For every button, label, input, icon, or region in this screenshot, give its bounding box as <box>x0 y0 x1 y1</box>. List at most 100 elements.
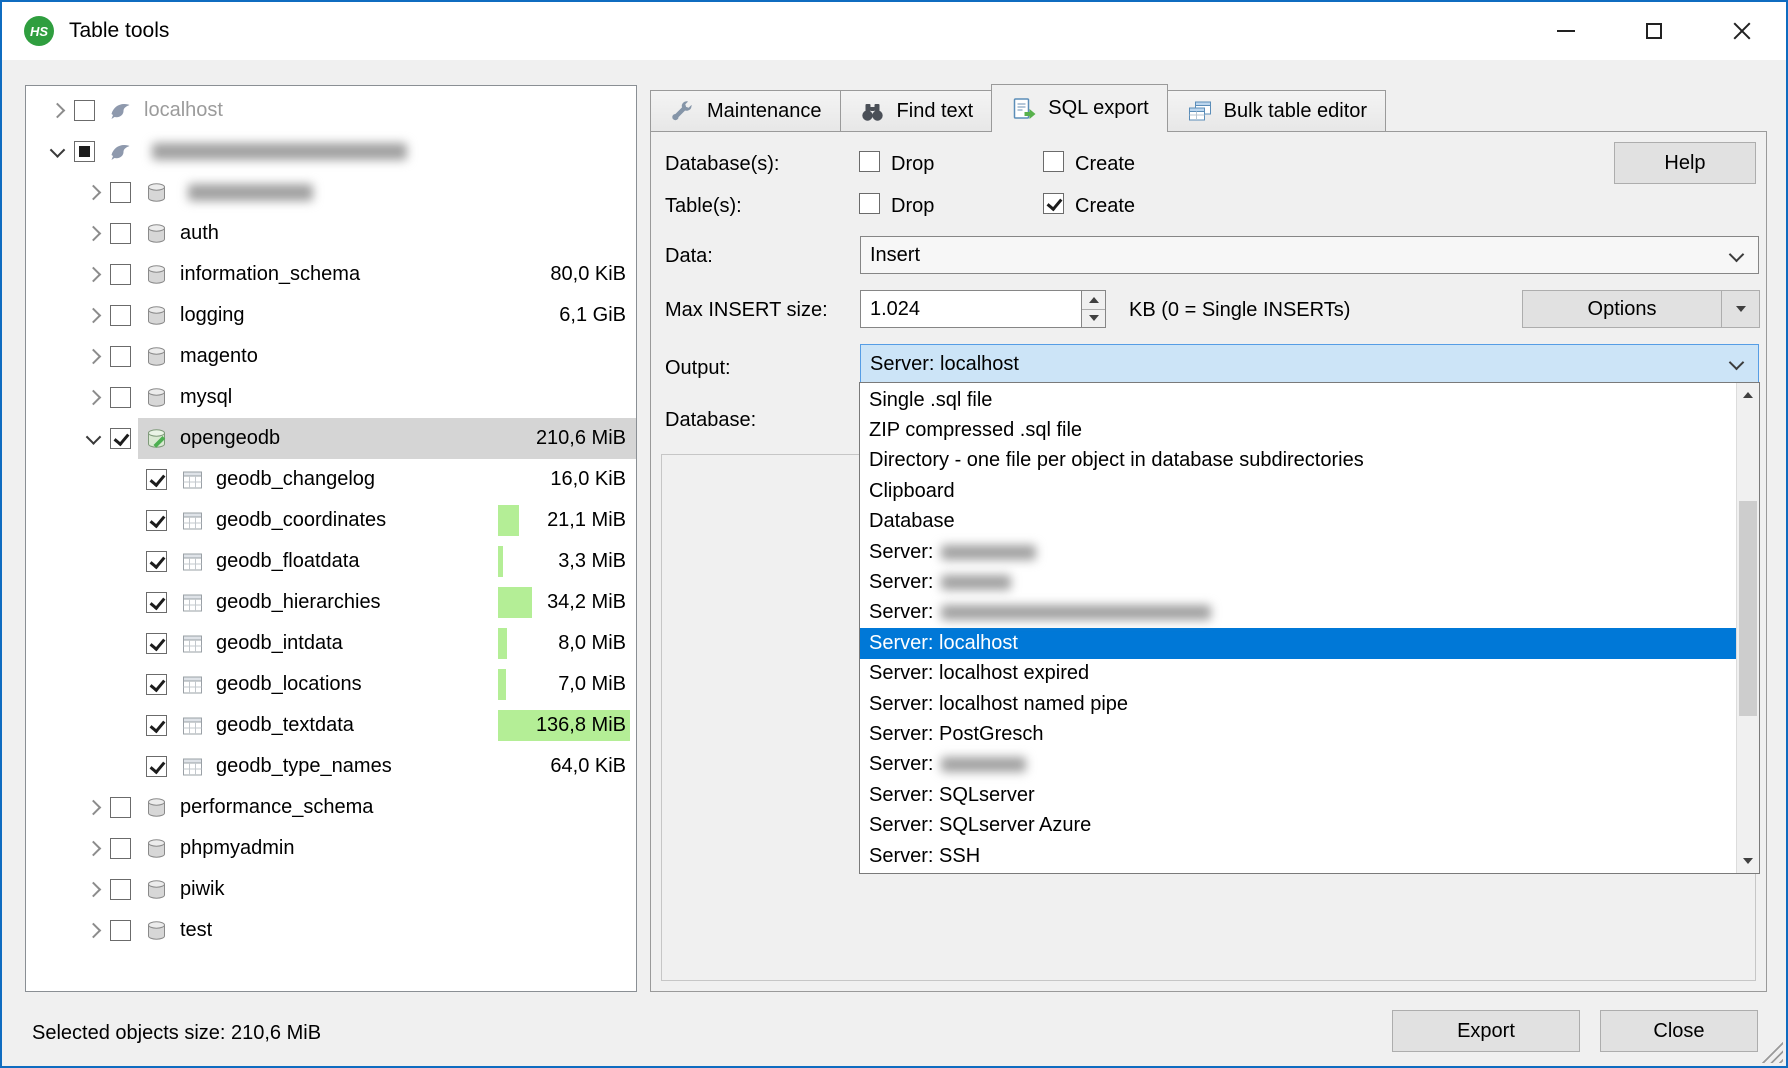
tab-sql-export[interactable]: SQL export <box>991 84 1167 132</box>
tree-row[interactable]: geodb_changelog 16,0 KiB <box>26 459 636 500</box>
tree-row[interactable]: test <box>26 910 636 951</box>
tree-row-checkbox[interactable] <box>146 633 167 654</box>
tree-row[interactable]: geodb_floatdata 3,3 MiB <box>26 541 636 582</box>
dropdown-item[interactable]: Directory - one file per object in datab… <box>860 446 1736 476</box>
dropdown-item[interactable]: Server: localhost named pipe <box>860 689 1736 719</box>
dropdown-item[interactable]: Server: SQLserver <box>860 780 1736 810</box>
dropdown-item[interactable]: Server: <box>860 598 1736 628</box>
tree-row-checkbox[interactable] <box>146 510 167 531</box>
expand-chevron-icon[interactable] <box>76 828 110 869</box>
tree-row-checkbox[interactable] <box>146 756 167 777</box>
tree-row-checkbox[interactable] <box>110 387 131 408</box>
close-button[interactable] <box>1698 2 1786 60</box>
tree-row-checkbox[interactable] <box>110 428 131 449</box>
expand-chevron-icon[interactable] <box>76 787 110 828</box>
expand-chevron-icon[interactable] <box>40 131 74 172</box>
dropdown-item[interactable]: Server: localhost expired <box>860 659 1736 689</box>
tree-row[interactable]: magento <box>26 336 636 377</box>
tree-row[interactable]: geodb_textdata 136,8 MiB <box>26 705 636 746</box>
tree-row[interactable] <box>26 172 636 213</box>
dropdown-scrollbar[interactable] <box>1736 383 1759 873</box>
dropdown-item[interactable]: Server: localhost <box>860 628 1736 658</box>
expand-chevron-icon[interactable] <box>76 377 110 418</box>
tree-row[interactable]: logging 6,1 GiB <box>26 295 636 336</box>
dropdown-item[interactable]: Server: <box>860 567 1736 597</box>
spinner-down-button[interactable] <box>1082 309 1105 328</box>
tab-bulk-table-editor[interactable]: Bulk table editor <box>1167 90 1386 132</box>
dropdown-item[interactable]: Single .sql file <box>860 385 1736 415</box>
maximize-button[interactable] <box>1610 2 1698 60</box>
tree-row[interactable]: opengeodb 210,6 MiB <box>26 418 636 459</box>
resize-grip[interactable] <box>1761 1041 1783 1063</box>
spinner-up-button[interactable] <box>1082 291 1105 309</box>
tree-row[interactable]: geodb_hierarchies 34,2 MiB <box>26 582 636 623</box>
scrollbar-up-button[interactable] <box>1737 383 1759 407</box>
close-dialog-button[interactable]: Close <box>1600 1010 1758 1052</box>
dropdown-item[interactable]: ZIP compressed .sql file <box>860 415 1736 445</box>
tree-row-checkbox[interactable] <box>146 715 167 736</box>
expand-chevron-icon[interactable] <box>76 213 110 254</box>
databases-drop-checkbox[interactable] <box>859 151 880 172</box>
dropdown-item[interactable]: Clipboard <box>860 476 1736 506</box>
output-combobox[interactable]: Server: localhost <box>860 344 1759 384</box>
database-tree[interactable]: localhost <box>25 85 637 992</box>
size-text: 7,0 MiB <box>558 664 626 705</box>
expand-chevron-icon[interactable] <box>76 254 110 295</box>
tree-row-checkbox[interactable] <box>110 838 131 859</box>
tree-row-checkbox[interactable] <box>110 264 131 285</box>
tree-row-checkbox[interactable] <box>146 469 167 490</box>
tree-row[interactable]: geodb_locations 7,0 MiB <box>26 664 636 705</box>
export-button[interactable]: Export <box>1392 1010 1580 1052</box>
expand-chevron-icon[interactable] <box>76 418 110 459</box>
dropdown-item[interactable]: Server: <box>860 537 1736 567</box>
expand-chevron-icon[interactable] <box>76 910 110 951</box>
tree-row-checkbox[interactable] <box>110 346 131 367</box>
tree-row[interactable] <box>26 131 636 172</box>
dropdown-item[interactable]: Server: <box>860 750 1736 780</box>
tree-row-checkbox[interactable] <box>110 797 131 818</box>
tree-row[interactable]: information_schema 80,0 KiB <box>26 254 636 295</box>
tree-row-checkbox[interactable] <box>110 920 131 941</box>
tree-row[interactable]: geodb_coordinates 21,1 MiB <box>26 500 636 541</box>
expand-chevron-icon[interactable] <box>76 295 110 336</box>
scrollbar-thumb[interactable] <box>1739 501 1757 716</box>
dropdown-item[interactable]: Server: SSH <box>860 841 1736 871</box>
tree-row[interactable]: geodb_type_names 64,0 KiB <box>26 746 636 787</box>
tree-row-checkbox[interactable] <box>146 551 167 572</box>
tree-row-checkbox[interactable] <box>146 592 167 613</box>
tree-row-checkbox[interactable] <box>74 141 95 162</box>
tree-row-checkbox[interactable] <box>110 182 131 203</box>
tree-row-checkbox[interactable] <box>110 305 131 326</box>
tree-row-checkbox[interactable] <box>74 100 95 121</box>
dropdown-item[interactable]: Database <box>860 507 1736 537</box>
dropdown-item[interactable]: Server: PostGresch <box>860 719 1736 749</box>
tables-create-checkbox[interactable] <box>1043 193 1064 214</box>
expand-chevron-icon[interactable] <box>76 336 110 377</box>
tables-drop-checkbox[interactable] <box>859 193 880 214</box>
expand-chevron-icon[interactable] <box>76 172 110 213</box>
tree-row[interactable]: performance_schema <box>26 787 636 828</box>
options-dropdown-button[interactable] <box>1721 291 1759 327</box>
tree-row[interactable]: geodb_intdata 8,0 MiB <box>26 623 636 664</box>
tree-row[interactable]: piwik <box>26 869 636 910</box>
data-combobox[interactable]: Insert <box>860 236 1759 274</box>
options-button[interactable]: Options <box>1523 291 1721 327</box>
dropdown-item[interactable]: Server: SQLserver Azure <box>860 810 1736 840</box>
databases-create-checkbox[interactable] <box>1043 151 1064 172</box>
scrollbar-down-button[interactable] <box>1737 849 1759 873</box>
redacted-text <box>152 143 407 160</box>
minimize-button[interactable] <box>1522 2 1610 60</box>
expand-chevron-icon[interactable] <box>76 869 110 910</box>
tab-find-text[interactable]: Find text <box>840 90 993 132</box>
tree-row[interactable]: localhost <box>26 90 636 131</box>
help-button[interactable]: Help <box>1614 142 1756 184</box>
tree-row-checkbox[interactable] <box>110 879 131 900</box>
tree-row-checkbox[interactable] <box>146 674 167 695</box>
expand-chevron-icon[interactable] <box>40 90 74 131</box>
max-insert-size-input[interactable]: 1.024 <box>860 290 1082 328</box>
tree-row[interactable]: auth <box>26 213 636 254</box>
tree-row-checkbox[interactable] <box>110 223 131 244</box>
tree-row[interactable]: mysql <box>26 377 636 418</box>
tree-row[interactable]: phpmyadmin <box>26 828 636 869</box>
tab-maintenance[interactable]: Maintenance <box>650 90 841 132</box>
